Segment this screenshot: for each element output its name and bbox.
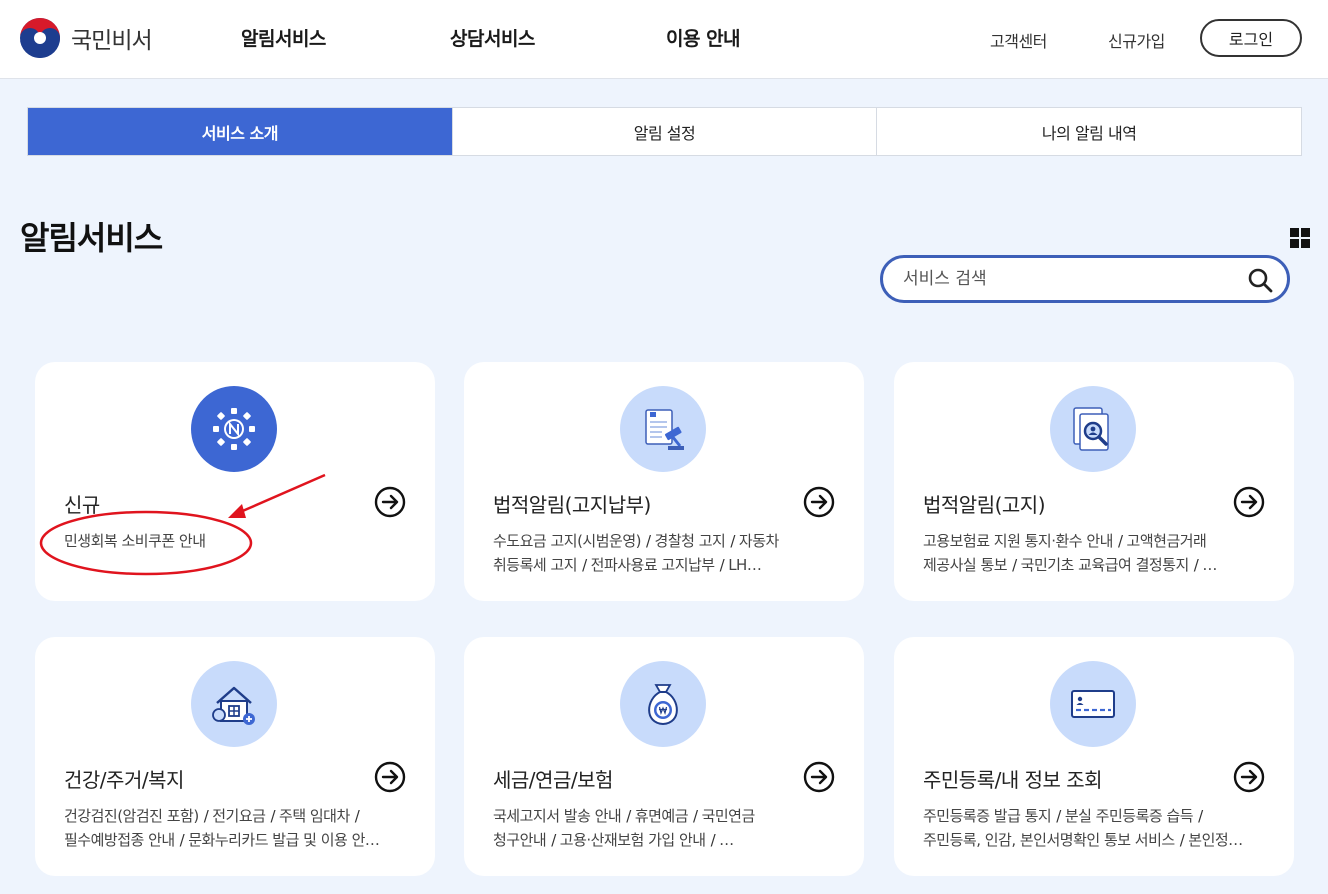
- card-description: 국세고지서 발송 안내 / 휴면예금 / 국민연금 청구안내 / 고용·산재보험 가입 안내…: [493, 807, 756, 849]
- tab-service-intro[interactable]: 서비스 소개: [28, 108, 452, 155]
- service-item[interactable]: 분실 주민등록증 습득: [1065, 807, 1194, 825]
- login-button[interactable]: 로그인: [1200, 19, 1302, 57]
- card-title: 법적알림(고지): [923, 493, 1046, 517]
- customer-center-link[interactable]: 고객센터: [990, 28, 1047, 52]
- service-item[interactable]: 고용·산재보험 가입 안내: [560, 831, 706, 849]
- nav-notification-service[interactable]: 알림서비스: [241, 24, 326, 51]
- service-item[interactable]: …: [1202, 556, 1217, 574]
- service-item[interactable]: 본인정…: [1188, 831, 1243, 849]
- service-item[interactable]: …: [719, 831, 734, 849]
- money-bag-icon: [620, 661, 706, 747]
- service-item[interactable]: 전기요금: [212, 807, 266, 825]
- card-description: 수도요금 고지(시범운영) / 경찰청 고지 / 자동차 취등록세 고지 / 전파사용료 고…: [493, 532, 779, 574]
- service-item[interactable]: 경찰청 고지: [655, 532, 726, 550]
- service-item[interactable]: 국세고지서 발송 안내: [493, 807, 622, 825]
- id-card-icon: [1050, 661, 1136, 747]
- service-item[interactable]: 자동차: [739, 532, 779, 550]
- card-description: 고용보험료 지원 통지·환수 안내 / 고액현금거래 제공사실 통보 / 국민기초 교육…: [923, 532, 1217, 574]
- logo[interactable]: 국민비서: [18, 16, 153, 60]
- service-item[interactable]: 고액현금거래: [1127, 532, 1207, 550]
- service-item[interactable]: 필수예방접종 안내: [64, 831, 175, 849]
- service-card-legal-billing[interactable]: 법적알림(고지납부) 수도요금 고지(시범운영) / 경찰청 고지 / 자동차 취등록세…: [464, 362, 864, 601]
- logo-text: 국민비서: [71, 28, 153, 54]
- service-card-new[interactable]: 신규 민생회복 소비쿠폰 안내: [35, 362, 435, 601]
- service-item[interactable]: 문화누리카드 발급 및 이용 안…: [188, 831, 380, 849]
- nav-consultation-service[interactable]: 상담서비스: [450, 24, 535, 51]
- card-title: 법적알림(고지납부): [493, 493, 651, 517]
- card-description: 주민등록증 발급 통지 / 분실 주민등록증 습득 / 주민등록, 인감, 본인서명확…: [923, 807, 1243, 849]
- service-card-health-housing[interactable]: 건강/주거/복지 건강검진(암검진 포함) / 전기요금 / 주택 임대차 / 필수예방접…: [35, 637, 435, 876]
- arrow-right-circle-icon[interactable]: [803, 486, 835, 518]
- service-item[interactable]: 주민등록증 발급 통지: [923, 807, 1052, 825]
- service-card-legal-notice[interactable]: 법적알림(고지) 고용보험료 지원 통지·환수 안내 / 고액현금거래 제공사실 통…: [894, 362, 1294, 601]
- grid-view-icon[interactable]: [1290, 228, 1310, 248]
- house-icon: [191, 661, 277, 747]
- service-item[interactable]: 취등록세 고지: [493, 556, 578, 574]
- card-title: 주민등록/내 정보 조회: [923, 768, 1103, 792]
- card-title: 세금/연금/보험: [493, 768, 613, 792]
- service-item[interactable]: 수도요금 고지(시범운영): [493, 532, 641, 550]
- arrow-right-circle-icon[interactable]: [1233, 761, 1265, 793]
- card-title: 신규: [64, 493, 100, 517]
- site-header: 국민비서 알림서비스 상담서비스 이용 안내 고객센터 신규가입 로그인: [0, 0, 1328, 79]
- service-item[interactable]: 휴면예금: [635, 807, 689, 825]
- arrow-right-circle-icon[interactable]: [1233, 486, 1265, 518]
- service-item[interactable]: 고용보험료 지원 통지·환수 안내: [923, 532, 1113, 550]
- service-item[interactable]: 제공사실 통보: [923, 556, 1008, 574]
- service-item[interactable]: 국민기초 교육급여 결정통지: [1021, 556, 1190, 574]
- search-icon[interactable]: [1247, 267, 1273, 293]
- tab-my-notifications[interactable]: 나의 알림 내역: [876, 108, 1301, 155]
- new-badge-icon: [191, 386, 277, 472]
- taegeuk-logo-icon: [20, 18, 60, 58]
- arrow-right-circle-icon[interactable]: [374, 486, 406, 518]
- service-item[interactable]: 건강검진(암검진 포함): [64, 807, 199, 825]
- arrow-right-circle-icon[interactable]: [374, 761, 406, 793]
- signup-link[interactable]: 신규가입: [1108, 28, 1165, 52]
- service-item[interactable]: 주민등록, 인감, 본인서명확인 통보 서비스: [923, 831, 1175, 849]
- service-item[interactable]: 주택 임대차: [279, 807, 350, 825]
- card-description: 건강검진(암검진 포함) / 전기요금 / 주택 임대차 / 필수예방접종 안내 / 문화누리…: [64, 807, 380, 849]
- search-input[interactable]: [903, 267, 1233, 291]
- service-item[interactable]: 민생회복 소비쿠폰 안내: [64, 532, 206, 550]
- service-item[interactable]: 청구안내: [493, 831, 547, 849]
- service-search: [880, 255, 1290, 303]
- card-description: 민생회복 소비쿠폰 안내: [64, 529, 394, 553]
- gavel-document-icon: [620, 386, 706, 472]
- sub-tabs: 서비스 소개 알림 설정 나의 알림 내역: [27, 107, 1302, 156]
- service-item[interactable]: LH…: [728, 556, 762, 574]
- page-title: 알림서비스: [20, 219, 163, 257]
- tab-notification-settings[interactable]: 알림 설정: [451, 108, 877, 155]
- service-item[interactable]: 전파사용료 고지납부: [591, 556, 715, 574]
- document-search-icon: [1050, 386, 1136, 472]
- arrow-right-circle-icon[interactable]: [803, 761, 835, 793]
- service-card-tax-pension[interactable]: 세금/연금/보험 국세고지서 발송 안내 / 휴면예금 / 국민연금 청구안내 / 고용·산…: [464, 637, 864, 876]
- nav-usage-guide[interactable]: 이용 안내: [666, 24, 741, 51]
- card-title: 건강/주거/복지: [64, 768, 184, 792]
- service-card-resident-registration[interactable]: 주민등록/내 정보 조회 주민등록증 발급 통지 / 분실 주민등록증 습득 / 주민…: [894, 637, 1294, 876]
- service-item[interactable]: 국민연금: [702, 807, 756, 825]
